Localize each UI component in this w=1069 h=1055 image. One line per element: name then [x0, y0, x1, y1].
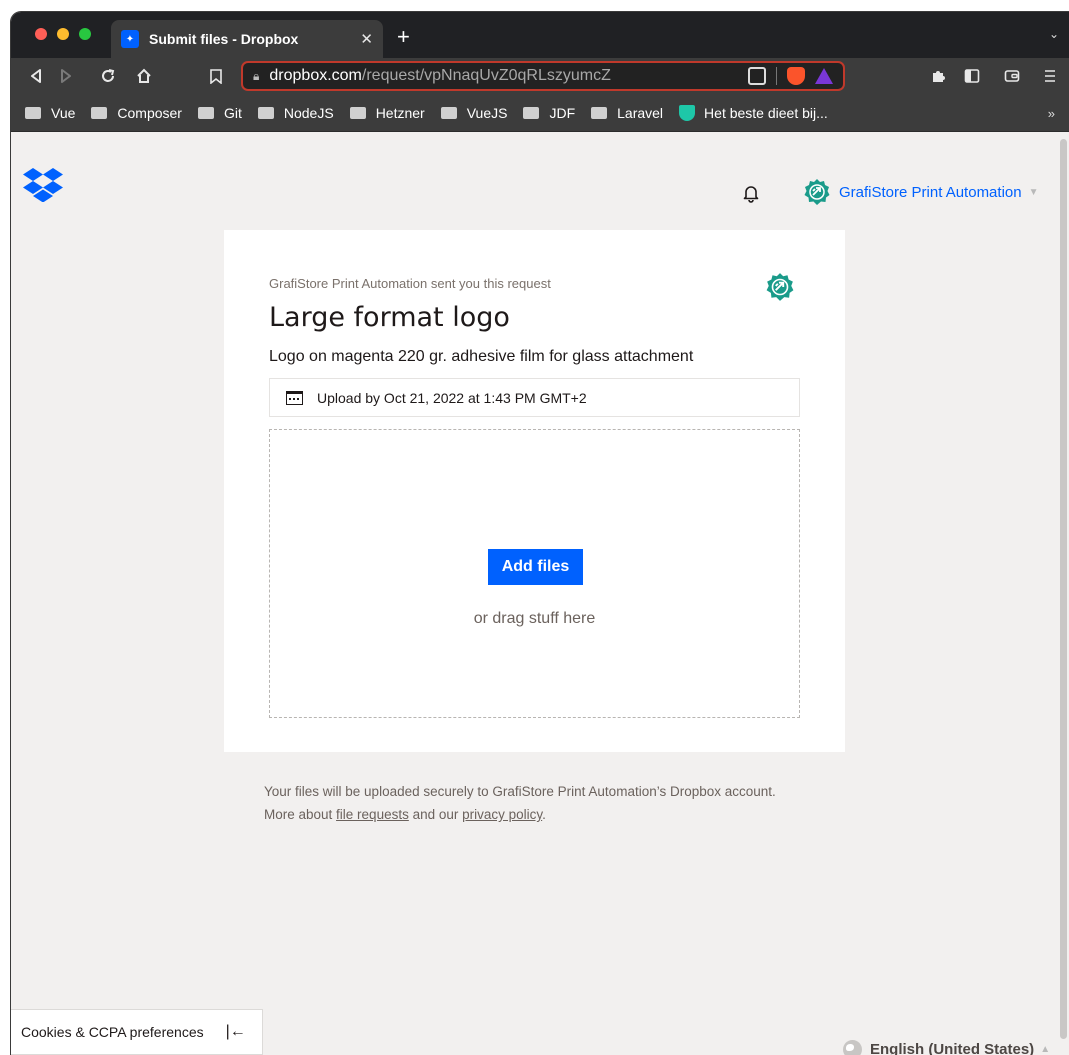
cookies-preferences-button[interactable]: Cookies & CCPA preferences |←: [11, 1009, 263, 1055]
forward-icon: [61, 69, 71, 83]
bookmarks-bar: Vue Composer Git NodeJS Hetzner VueJS JD…: [11, 94, 1069, 132]
address-bar[interactable]: 🔒︎ dropbox.com/request/vpNnaqUvZ0qRLszyu…: [241, 61, 845, 91]
tab-submit-files[interactable]: ✦ Submit files - Dropbox ✕: [111, 20, 383, 58]
collapse-left-icon[interactable]: |←: [226, 1023, 246, 1041]
bookmark-label: Vue: [51, 104, 76, 121]
reload-button[interactable]: [97, 64, 119, 88]
caret-down-icon: ▼: [1028, 186, 1039, 198]
folder-icon: [591, 106, 608, 119]
bookmark-jdf[interactable]: JDF: [523, 105, 575, 121]
request-sender: GrafiStore Print Automation sent you thi…: [269, 276, 551, 291]
reload-icon: [102, 69, 115, 82]
file-request-card: GrafiStore Print Automation sent you thi…: [224, 230, 845, 752]
footnote-text: .: [542, 807, 546, 822]
wallet-button[interactable]: [1001, 64, 1023, 88]
bookmark-laravel[interactable]: Laravel: [591, 105, 663, 121]
puzzle-icon: [933, 71, 945, 82]
bookmark-vue[interactable]: Vue: [25, 105, 75, 121]
lock-icon: 🔒︎: [253, 68, 260, 83]
bookmark-hetzner[interactable]: Hetzner: [349, 104, 425, 121]
globe-icon: [843, 1040, 862, 1055]
bookmark-label: Laravel: [617, 104, 664, 121]
zoom-window-button[interactable]: [79, 28, 91, 40]
bookmark-label: JDF: [549, 104, 576, 121]
folder-icon: [349, 106, 366, 119]
sidebar-icon: [964, 69, 980, 83]
gear-avatar-icon: [804, 179, 830, 205]
account-menu[interactable]: GrafiStore Print Automation ▼: [803, 178, 1039, 206]
extensions-button[interactable]: [927, 64, 949, 88]
folder-icon: [440, 106, 457, 119]
divider: [776, 67, 777, 85]
file-requests-link[interactable]: file requests: [336, 807, 409, 822]
folder-icon: [523, 106, 540, 119]
url-path: /request/vpNnaqUvZ0qRLszyumcZ: [361, 67, 611, 84]
account-name: GrafiStore Print Automation: [839, 183, 1022, 201]
brave-rewards-icon[interactable]: [815, 68, 833, 84]
close-window-button[interactable]: [35, 28, 47, 40]
bookmark-label: VueJS: [466, 104, 508, 121]
hamburger-menu-icon: [1045, 70, 1055, 82]
upload-footnote: Your files will be uploaded securely to …: [264, 780, 804, 826]
folder-icon: [197, 106, 214, 119]
bookmark-label: Git: [223, 104, 242, 121]
deadline-text: Upload by Oct 21, 2022 at 1:43 PM GMT+2: [317, 389, 587, 406]
calendar-icon: [286, 390, 303, 405]
menu-button[interactable]: [1039, 64, 1061, 88]
request-description: Logo on magenta 220 gr. adhesive film fo…: [269, 348, 694, 365]
scrollbar[interactable]: [1060, 139, 1067, 1039]
bookmarks-overflow-button[interactable]: »: [1048, 106, 1055, 121]
bookmark-icon: [210, 68, 222, 84]
language-selector[interactable]: English (United States) ▲: [843, 1040, 1050, 1055]
url-host: dropbox.com: [269, 67, 362, 84]
folder-icon: [91, 106, 108, 119]
home-icon: [137, 68, 151, 83]
request-title: Large format logo: [269, 302, 510, 333]
cookies-label: Cookies & CCPA preferences: [21, 1024, 204, 1040]
bookmark-label: Het beste dieet bij...: [704, 104, 828, 121]
bookmark-label: Hetzner: [375, 104, 425, 121]
tab-close-icon[interactable]: ✕: [360, 30, 373, 48]
notifications-bell-icon[interactable]: [741, 183, 761, 203]
tab-title: Submit files - Dropbox: [149, 31, 299, 47]
bookmark-composer[interactable]: Composer: [91, 105, 182, 121]
dropbox-logo-icon[interactable]: [23, 168, 63, 202]
forward-button[interactable]: [55, 64, 77, 88]
new-tab-button[interactable]: +: [397, 26, 410, 48]
back-icon: [31, 69, 41, 83]
minimize-window-button[interactable]: [57, 28, 69, 40]
bookmark-nodejs[interactable]: NodeJS: [257, 104, 334, 121]
bookmark-git[interactable]: Git: [197, 104, 242, 121]
bookmark-dieet[interactable]: Het beste dieet bij...: [679, 104, 828, 121]
browser-window: ✦ Submit files - Dropbox ✕ + ⌄ 🔒︎ dropbo…: [11, 12, 1069, 1055]
sidebar-button[interactable]: [961, 64, 983, 88]
footnote-text: and our: [408, 807, 463, 822]
site-favicon-icon: [679, 104, 696, 121]
address-bar-actions: [748, 67, 833, 85]
drag-hint: or drag stuff here: [473, 610, 596, 627]
wallet-icon: [1004, 70, 1020, 82]
brave-shields-icon[interactable]: [787, 67, 805, 85]
bookmark-button[interactable]: [205, 64, 227, 88]
bookmark-label: NodeJS: [283, 104, 334, 121]
deadline-box: Upload by Oct 21, 2022 at 1:43 PM GMT+2: [269, 378, 800, 417]
browser-toolbar: 🔒︎ dropbox.com/request/vpNnaqUvZ0qRLszyu…: [11, 58, 1069, 94]
language-label: English (United States): [870, 1041, 1035, 1055]
folder-icon: [257, 106, 274, 119]
back-button[interactable]: [25, 64, 47, 88]
home-button[interactable]: [133, 64, 155, 88]
qr-code-icon[interactable]: [748, 67, 766, 85]
privacy-policy-link[interactable]: privacy policy: [462, 807, 542, 822]
bookmark-label: Composer: [117, 104, 182, 121]
dropbox-favicon-icon: ✦: [121, 30, 139, 48]
add-files-button[interactable]: Add files: [488, 549, 583, 585]
page-content: GrafiStore Print Automation ▼ GrafiStore…: [11, 133, 1069, 1055]
bookmark-vuejs[interactable]: VueJS: [440, 104, 508, 121]
file-dropzone[interactable]: Add files or drag stuff here: [269, 429, 800, 718]
caret-up-icon: ▲: [1040, 1044, 1051, 1055]
folder-icon: [25, 106, 41, 119]
tab-search-chevron-icon[interactable]: ⌄: [1049, 27, 1059, 41]
tab-bar: ✦ Submit files - Dropbox ✕ + ⌄: [11, 12, 1069, 58]
gear-avatar-icon: [766, 273, 794, 301]
